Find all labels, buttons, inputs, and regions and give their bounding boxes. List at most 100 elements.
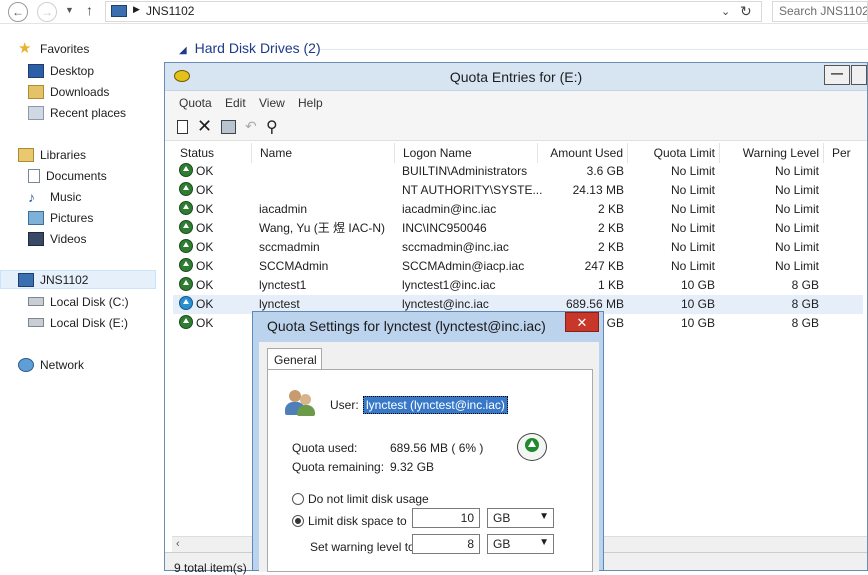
downloads-icon xyxy=(28,84,44,99)
sidebar-label: Favorites xyxy=(40,41,90,56)
ok-status-icon xyxy=(179,277,193,291)
quota-settings-dialog: Quota Settings for lynctest (lynctest@in… xyxy=(252,311,604,572)
network-icon xyxy=(18,357,34,372)
back-button[interactable]: ← xyxy=(8,2,28,22)
up-button[interactable]: ↑ xyxy=(86,2,93,18)
do-not-limit-radio[interactable] xyxy=(292,493,304,505)
limit-value-input[interactable]: 10 xyxy=(412,508,480,528)
ok-status-icon xyxy=(179,220,193,234)
column-quota-limit[interactable]: Quota Limit xyxy=(628,143,720,163)
address-bar[interactable]: ▶ JNS1102 ⌄ ↻ xyxy=(105,1,762,22)
sidebar-item-downloads[interactable]: Downloads xyxy=(28,82,109,101)
ok-status-icon xyxy=(179,315,193,329)
sidebar-item-desktop[interactable]: Desktop xyxy=(28,61,94,80)
maximize-button[interactable] xyxy=(851,65,867,85)
sidebar-item-computer[interactable]: JNS1102 xyxy=(0,270,156,289)
warning-value-input[interactable]: 8 xyxy=(412,534,480,554)
tab-general[interactable]: General xyxy=(267,348,322,370)
documents-icon xyxy=(28,168,40,183)
address-toolbar: ← → ▼ ↑ ▶ JNS1102 ⌄ ↻ Search JNS1102 xyxy=(0,0,868,24)
limit-cell: 10 GB xyxy=(680,316,715,330)
sidebar-item-documents[interactable]: Documents xyxy=(28,166,107,185)
status-cell: OK xyxy=(179,200,213,219)
warning-level-label: Set warning level to xyxy=(310,540,415,554)
warning-unit-value: GB xyxy=(493,537,511,551)
limit-disk-label[interactable]: Limit disk space to xyxy=(308,514,407,528)
warning-cell: No Limit xyxy=(774,259,819,273)
table-row[interactable]: OK Wang, Yu (王 煜 IAC-N) INC\INC950046 2 … xyxy=(173,219,863,238)
table-row[interactable]: OK iacadmin iacadmin@inc.iac 2 KB No Lim… xyxy=(173,200,863,219)
sidebar-label: Local Disk (C:) xyxy=(50,294,129,309)
ok-status-icon xyxy=(179,296,193,310)
status-text: OK xyxy=(196,221,214,235)
ok-status-icon xyxy=(179,163,193,177)
undo-icon[interactable]: ↶ xyxy=(245,118,257,135)
close-button[interactable]: ✕ xyxy=(565,312,599,332)
refresh-icon[interactable]: ↻ xyxy=(740,3,752,20)
chevron-down-icon: ▼ xyxy=(539,511,549,522)
search-input[interactable]: Search JNS1102 xyxy=(772,1,868,22)
status-text: OK xyxy=(196,259,214,273)
minimize-button[interactable]: — xyxy=(824,65,850,85)
table-row[interactable]: OK SCCMAdmin SCCMAdmin@iacp.iac 247 KB N… xyxy=(173,257,863,276)
sidebar-item-music[interactable]: ♪ Music xyxy=(28,187,81,206)
sidebar-item-drive-e[interactable]: Local Disk (E:) xyxy=(28,313,128,332)
sidebar-network[interactable]: Network xyxy=(18,355,84,374)
menu-help[interactable]: Help xyxy=(298,96,323,110)
table-row[interactable]: OK sccmadmin sccmadmin@inc.iac 2 KB No L… xyxy=(173,238,863,257)
table-row[interactable]: OK NT AUTHORITY\SYSTE... 24.13 MB No Lim… xyxy=(173,181,863,200)
column-name[interactable]: Name xyxy=(252,143,395,163)
warning-cell: 8 GB xyxy=(791,316,819,330)
logon-cell: BUILTIN\Administrators xyxy=(402,164,528,178)
table-row[interactable]: OK lynctest1 lynctest1@inc.iac 1 KB 10 G… xyxy=(173,276,863,295)
find-icon[interactable]: ⚲ xyxy=(266,117,278,137)
address-dropdown-icon[interactable]: ⌄ xyxy=(721,5,730,18)
table-row[interactable]: OK BUILTIN\Administrators 3.6 GB No Limi… xyxy=(173,162,863,181)
warning-cell: No Limit xyxy=(774,202,819,216)
sidebar-item-recent-places[interactable]: Recent places xyxy=(28,103,126,122)
column-status[interactable]: Status xyxy=(172,143,252,163)
limit-unit-select[interactable]: GB ▼ xyxy=(487,508,554,528)
warning-unit-select[interactable]: GB ▼ xyxy=(487,534,554,554)
sidebar-item-videos[interactable]: Videos xyxy=(28,229,86,248)
breadcrumb-computer[interactable]: JNS1102 xyxy=(146,4,194,18)
sidebar-item-drive-c[interactable]: Local Disk (C:) xyxy=(28,292,129,311)
column-amount-used[interactable]: Amount Used xyxy=(538,143,628,163)
menu-bar: Quota Edit View Help xyxy=(165,91,867,115)
menu-view[interactable]: View xyxy=(259,96,285,110)
do-not-limit-label[interactable]: Do not limit disk usage xyxy=(308,492,429,506)
menu-edit[interactable]: Edit xyxy=(225,96,246,110)
sidebar-label: Documents xyxy=(46,168,107,183)
limit-cell: No Limit xyxy=(670,183,715,197)
quota-remaining-value: 9.32 GB xyxy=(390,460,435,474)
column-logon-name[interactable]: Logon Name xyxy=(395,143,538,163)
recent-dropdown-icon[interactable]: ▼ xyxy=(65,5,74,15)
forward-button[interactable]: → xyxy=(37,2,57,22)
ok-status-icon xyxy=(179,182,193,196)
column-percent-used[interactable]: Per xyxy=(824,143,867,163)
name-cell: Wang, Yu (王 煜 IAC-N) xyxy=(259,221,386,235)
limit-disk-radio[interactable] xyxy=(292,515,304,527)
user-value[interactable]: lynctest (lynctest@inc.iac) xyxy=(363,396,508,414)
menu-quota[interactable]: Quota xyxy=(179,96,212,110)
sidebar-item-pictures[interactable]: Pictures xyxy=(28,208,93,227)
scroll-left-icon[interactable]: ‹ xyxy=(176,538,180,550)
used-cell: 2 KB xyxy=(597,202,624,216)
name-cell: lynctest1 xyxy=(259,278,307,292)
sidebar-label: Music xyxy=(50,189,82,204)
section-header[interactable]: ◢ Hard Disk Drives (2) xyxy=(179,40,321,56)
new-entry-icon[interactable] xyxy=(177,120,188,134)
status-text: 9 total item(s) xyxy=(174,561,247,575)
status-cell: OK xyxy=(179,162,213,181)
sidebar-libraries[interactable]: Libraries xyxy=(18,145,86,164)
delete-icon[interactable]: ✕ xyxy=(197,116,212,136)
sidebar-favorites[interactable]: ★ Favorites xyxy=(18,39,89,58)
collapse-icon: ◢ xyxy=(179,45,187,56)
column-warning-level[interactable]: Warning Level xyxy=(720,143,824,163)
sidebar-label: Downloads xyxy=(50,84,110,99)
status-cell: OK xyxy=(179,219,213,238)
properties-icon[interactable] xyxy=(221,120,236,134)
sidebar-label: JNS1102 xyxy=(40,272,89,287)
status-cell: OK xyxy=(179,181,213,200)
warning-cell: 8 GB xyxy=(791,297,819,311)
